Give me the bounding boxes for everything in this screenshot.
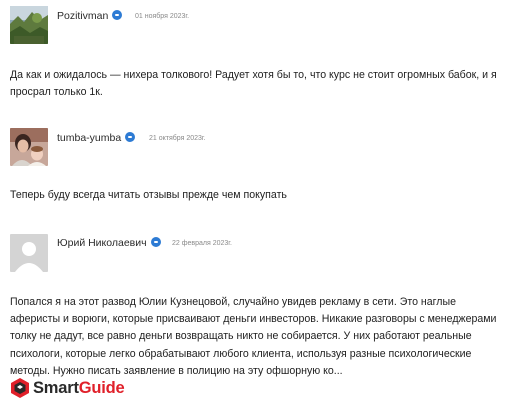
comment-author[interactable]: tumba-yumba: [57, 132, 136, 144]
author-name[interactable]: tumba-yumba: [57, 132, 121, 144]
logo-smart-text: Smart: [33, 378, 79, 397]
author-name[interactable]: Юрий Николаевич: [57, 237, 147, 249]
comment-date: 01 ноября 2023г.: [135, 13, 190, 20]
user-avatar[interactable]: [10, 6, 48, 44]
comment-text: Попался я на этот развод Юлии Кузнецовой…: [10, 296, 497, 377]
smartguide-logo: SmartGuide: [9, 377, 125, 399]
user-avatar[interactable]: [10, 128, 48, 166]
comment-text: Теперь буду всегда читать отзывы прежде …: [10, 189, 287, 201]
user-avatar[interactable]: [10, 234, 48, 272]
logo-guide-text: Guide: [78, 378, 125, 397]
author-name[interactable]: Pozitivman: [57, 10, 108, 22]
smartguide-wordmark: SmartGuide: [33, 379, 125, 398]
verified-badge-icon: [112, 10, 123, 20]
people-photo-avatar: [10, 128, 48, 166]
comment-text: Да как и ожидалось — нихера толкового! Р…: [10, 69, 497, 99]
verified-badge-icon: [150, 237, 161, 247]
verified-badge-icon: [125, 132, 136, 142]
comment-author[interactable]: Pozitivman: [57, 10, 123, 22]
smartguide-logo-icon: [11, 378, 29, 398]
landscape-photo-avatar: [10, 6, 48, 44]
comment-date: 21 октября 2023г.: [149, 135, 206, 142]
default-user-avatar: [10, 234, 48, 272]
comment-author[interactable]: Юрий Николаевич: [57, 237, 161, 249]
comment-date: 22 февраля 2023г.: [172, 240, 232, 247]
